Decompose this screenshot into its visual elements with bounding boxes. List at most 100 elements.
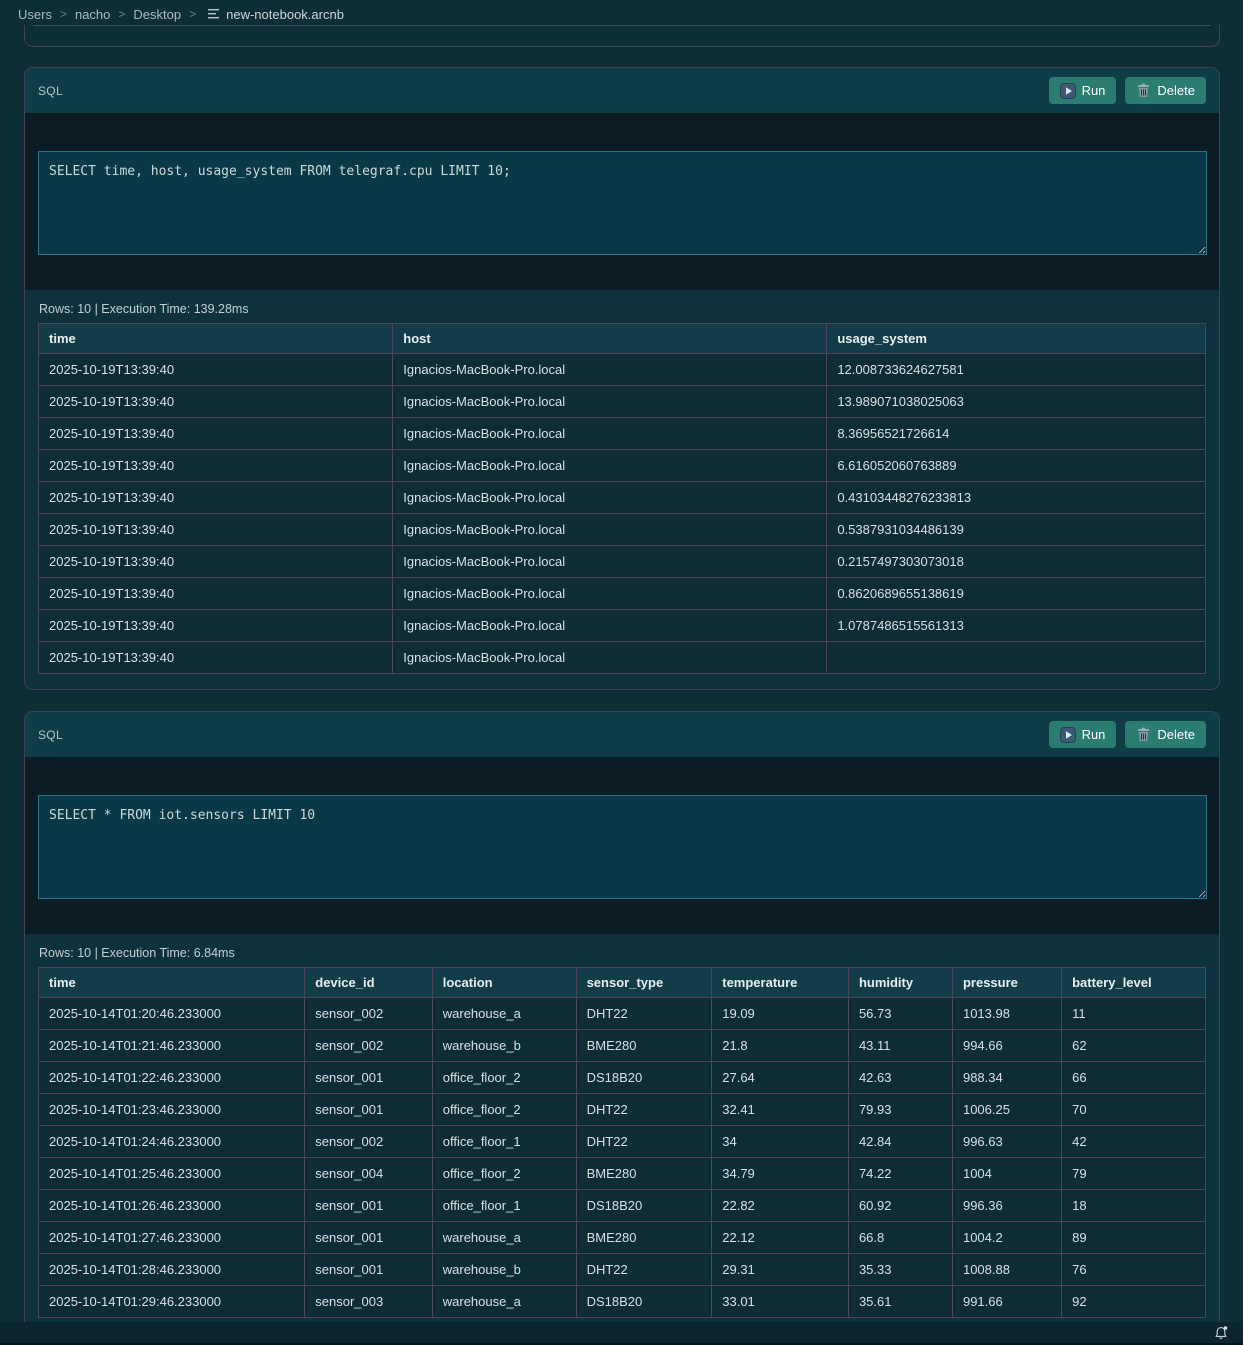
table-row: 2025-10-19T13:39:40Ignacios-MacBook-Pro.… <box>39 386 1206 418</box>
result-info: Rows: 10 | Execution Time: 6.84ms <box>39 946 1206 960</box>
table-cell: DHT22 <box>576 1094 712 1126</box>
previous-cell-partial <box>24 25 1220 47</box>
table-cell: 22.12 <box>712 1222 849 1254</box>
table-row: 2025-10-19T13:39:40Ignacios-MacBook-Pro.… <box>39 450 1206 482</box>
table-cell: warehouse_a <box>432 1222 576 1254</box>
table-row: 2025-10-14T01:29:46.233000sensor_003ware… <box>39 1286 1206 1318</box>
table-cell: 996.63 <box>952 1126 1061 1158</box>
table-cell: office_floor_2 <box>432 1158 576 1190</box>
table-cell: 22.82 <box>712 1190 849 1222</box>
table-cell: 2025-10-19T13:39:40 <box>39 354 393 386</box>
table-row: 2025-10-14T01:26:46.233000sensor_001offi… <box>39 1190 1206 1222</box>
table-cell: 66.8 <box>848 1222 952 1254</box>
table-cell: 56.73 <box>848 998 952 1030</box>
table-cell: Ignacios-MacBook-Pro.local <box>393 642 827 674</box>
breadcrumb-item[interactable]: Users <box>18 7 52 22</box>
table-row: 2025-10-19T13:39:40Ignacios-MacBook-Pro.… <box>39 514 1206 546</box>
table-row: 2025-10-14T01:28:46.233000sensor_001ware… <box>39 1254 1206 1286</box>
delete-button[interactable]: Delete <box>1125 77 1206 104</box>
table-cell: 991.66 <box>952 1286 1061 1318</box>
play-icon <box>1060 727 1076 743</box>
table-cell: 2025-10-19T13:39:40 <box>39 578 393 610</box>
table-cell: 8.36956521726614 <box>827 418 1206 450</box>
table-row: 2025-10-19T13:39:40Ignacios-MacBook-Pro.… <box>39 578 1206 610</box>
column-header-usage_system[interactable]: usage_system <box>827 324 1206 354</box>
table-row: 2025-10-14T01:25:46.233000sensor_004offi… <box>39 1158 1206 1190</box>
table-cell: office_floor_2 <box>432 1094 576 1126</box>
cell-type-label: SQL <box>38 84 63 98</box>
notebook-icon <box>208 7 220 22</box>
column-header-humidity[interactable]: humidity <box>848 968 952 998</box>
table-cell: 1004.2 <box>952 1222 1061 1254</box>
table-cell: 988.34 <box>952 1062 1061 1094</box>
column-header-location[interactable]: location <box>432 968 576 998</box>
table-row: 2025-10-14T01:23:46.233000sensor_001offi… <box>39 1094 1206 1126</box>
column-header-host[interactable]: host <box>393 324 827 354</box>
column-header-battery_level[interactable]: battery_level <box>1062 968 1206 998</box>
table-cell: 70 <box>1062 1094 1206 1126</box>
breadcrumb-item[interactable]: nacho <box>75 7 110 22</box>
column-header-time[interactable]: time <box>39 324 393 354</box>
editor-section: SELECT * FROM iot.sensors LIMIT 10 <box>25 757 1219 934</box>
table-cell: 34 <box>712 1126 849 1158</box>
table-cell: 33.01 <box>712 1286 849 1318</box>
table-cell: sensor_002 <box>305 998 433 1030</box>
table-cell: 2025-10-19T13:39:40 <box>39 386 393 418</box>
breadcrumb-separator: > <box>60 7 67 21</box>
column-header-pressure[interactable]: pressure <box>952 968 1061 998</box>
table-cell: BME280 <box>576 1030 712 1062</box>
table-cell: 1.0787486515561313 <box>827 610 1206 642</box>
table-cell: 92 <box>1062 1286 1206 1318</box>
table-cell: 2025-10-14T01:21:46.233000 <box>39 1030 305 1062</box>
table-row: 2025-10-19T13:39:40Ignacios-MacBook-Pro.… <box>39 354 1206 386</box>
table-cell: 74.22 <box>848 1158 952 1190</box>
table-cell: 21.8 <box>712 1030 849 1062</box>
table-cell: warehouse_b <box>432 1254 576 1286</box>
table-cell: office_floor_1 <box>432 1190 576 1222</box>
table-cell: office_floor_2 <box>432 1062 576 1094</box>
run-button[interactable]: Run <box>1049 721 1117 748</box>
table-cell: DHT22 <box>576 1126 712 1158</box>
table-cell: 2025-10-19T13:39:40 <box>39 418 393 450</box>
table-cell: 2025-10-14T01:20:46.233000 <box>39 998 305 1030</box>
table-cell: 2025-10-19T13:39:40 <box>39 482 393 514</box>
table-cell: 2025-10-14T01:23:46.233000 <box>39 1094 305 1126</box>
table-row: 2025-10-19T13:39:40Ignacios-MacBook-Pro.… <box>39 610 1206 642</box>
breadcrumb-item[interactable]: Desktop <box>133 7 181 22</box>
table-cell: sensor_004 <box>305 1158 433 1190</box>
table-cell: warehouse_a <box>432 998 576 1030</box>
table-cell: Ignacios-MacBook-Pro.local <box>393 514 827 546</box>
table-row: 2025-10-19T13:39:40Ignacios-MacBook-Pro.… <box>39 482 1206 514</box>
table-cell: 42.63 <box>848 1062 952 1094</box>
column-header-device_id[interactable]: device_id <box>305 968 433 998</box>
table-cell: 18 <box>1062 1190 1206 1222</box>
table-cell: sensor_003 <box>305 1286 433 1318</box>
table-cell: 89 <box>1062 1222 1206 1254</box>
run-button[interactable]: Run <box>1049 77 1117 104</box>
table-cell: 79.93 <box>848 1094 952 1126</box>
results-section: Rows: 10 | Execution Time: 6.84ms timede… <box>25 934 1219 1333</box>
editor-section: SELECT time, host, usage_system FROM tel… <box>25 113 1219 290</box>
table-cell: Ignacios-MacBook-Pro.local <box>393 354 827 386</box>
sql-editor[interactable]: SELECT time, host, usage_system FROM tel… <box>38 151 1207 255</box>
table-cell: BME280 <box>576 1158 712 1190</box>
table-cell <box>827 642 1206 674</box>
table-cell: sensor_002 <box>305 1030 433 1062</box>
column-header-temperature[interactable]: temperature <box>712 968 849 998</box>
status-bar <box>0 1322 1243 1343</box>
sql-editor[interactable]: SELECT * FROM iot.sensors LIMIT 10 <box>38 795 1207 899</box>
cell-type-label: SQL <box>38 728 63 742</box>
table-cell: 996.36 <box>952 1190 1061 1222</box>
table-cell: office_floor_1 <box>432 1126 576 1158</box>
table-cell: 35.61 <box>848 1286 952 1318</box>
breadcrumb-file[interactable]: new-notebook.arcnb <box>208 7 344 22</box>
delete-button[interactable]: Delete <box>1125 721 1206 748</box>
notification-bell-icon[interactable] <box>1214 1325 1229 1341</box>
column-header-sensor_type[interactable]: sensor_type <box>576 968 712 998</box>
column-header-time[interactable]: time <box>39 968 305 998</box>
results-table: timedevice_idlocationsensor_typetemperat… <box>38 967 1206 1318</box>
sql-cell: SQL Run <box>24 67 1220 690</box>
run-button-label: Run <box>1082 83 1106 98</box>
table-cell: 62 <box>1062 1030 1206 1062</box>
table-cell: DS18B20 <box>576 1286 712 1318</box>
